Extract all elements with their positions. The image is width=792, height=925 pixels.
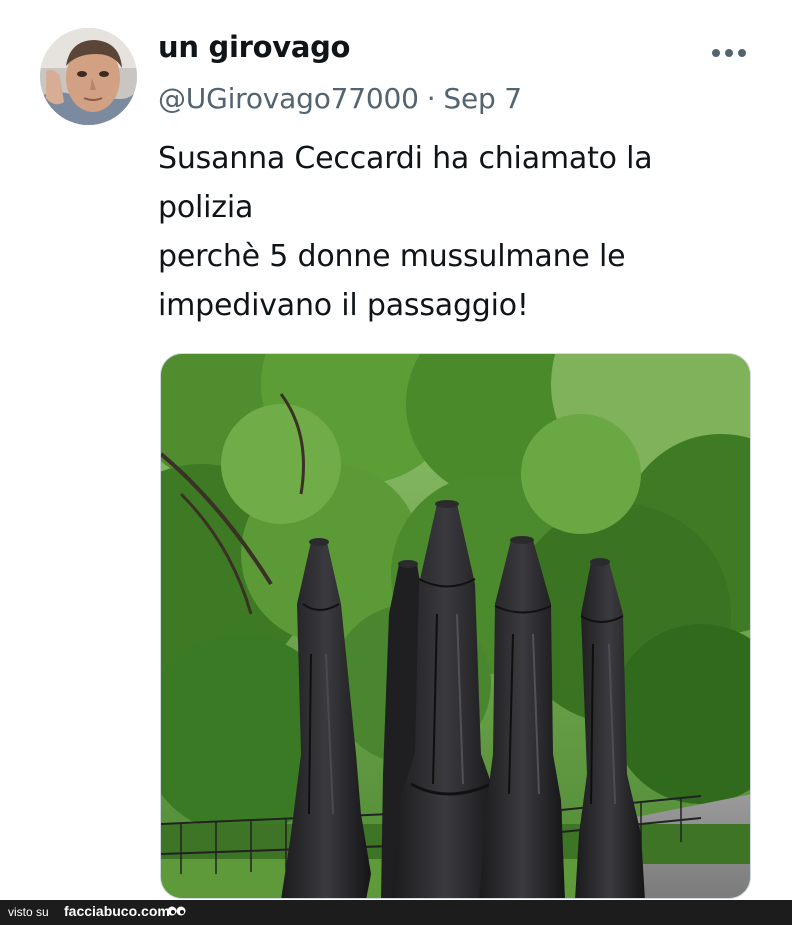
tweet-text-line: Susanna Ceccardi ha chiamato la bbox=[158, 141, 653, 176]
display-name[interactable]: un girovago bbox=[158, 30, 350, 64]
tweet-date[interactable]: Sep 7 bbox=[443, 82, 522, 115]
tweet-text-line: impedivano il passaggio! bbox=[158, 288, 529, 323]
visto-su-label: visto su bbox=[8, 905, 49, 919]
avatar[interactable] bbox=[40, 28, 137, 125]
tweet-text: Susanna Ceccardi ha chiamato la polizia … bbox=[158, 134, 758, 330]
tweet-card: un girovago @UGirovago77000 · Sep 7 Susann… bbox=[0, 0, 792, 900]
brand-link[interactable]: facciabuco.com bbox=[64, 903, 170, 919]
ellipsis-icon bbox=[712, 49, 746, 57]
more-options-button[interactable] bbox=[705, 36, 753, 70]
umbrellas-photo bbox=[161, 354, 750, 898]
meta-separator: · bbox=[426, 82, 436, 115]
tweet-text-line: polizia bbox=[158, 190, 254, 225]
user-handle[interactable]: @UGirovago77000 bbox=[158, 82, 419, 115]
tweet-media-image[interactable] bbox=[160, 353, 751, 899]
avatar-photo bbox=[40, 28, 137, 125]
tweet-meta: @UGirovago77000 · Sep 7 bbox=[158, 82, 522, 115]
watermark-bar: visto su facciabuco.com bbox=[0, 900, 792, 925]
eyes-icon bbox=[167, 906, 186, 916]
tweet-text-line: perchè 5 donne mussulmane le bbox=[158, 239, 626, 274]
